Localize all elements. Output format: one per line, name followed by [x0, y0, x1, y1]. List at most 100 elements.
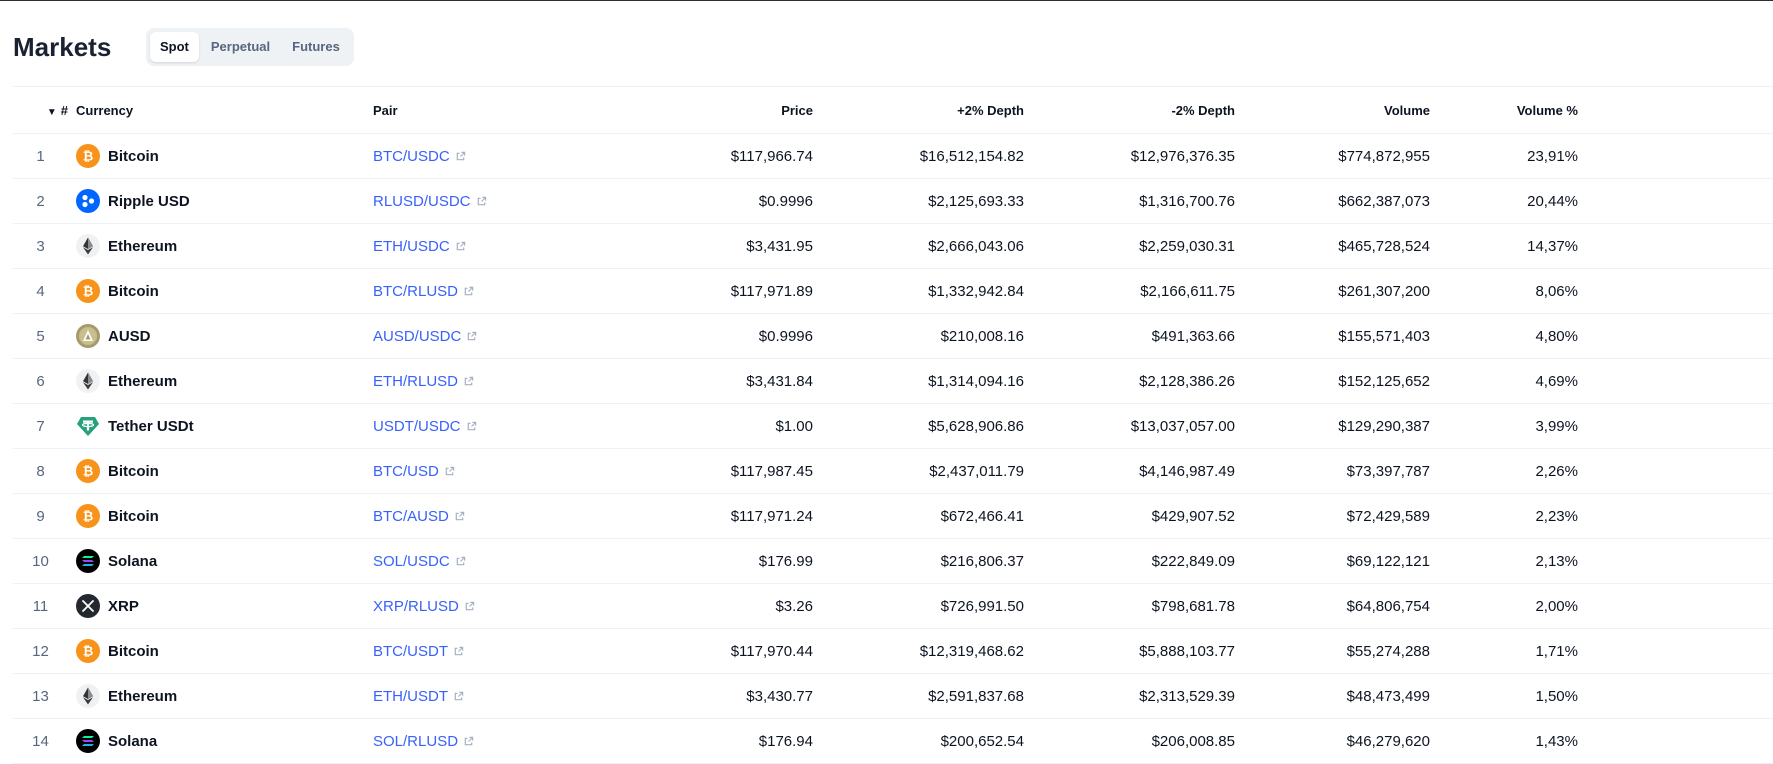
currency-cell[interactable]: ₿ Bitcoin: [68, 493, 373, 539]
pair-link[interactable]: SOL/RLUSD: [373, 733, 458, 750]
external-link-icon[interactable]: [455, 556, 466, 567]
volume-pct-cell: 3,99%: [1430, 403, 1578, 449]
tab-spot[interactable]: Spot: [150, 32, 199, 62]
external-link-icon[interactable]: [453, 691, 464, 702]
currency-cell[interactable]: Solana: [68, 538, 373, 584]
table-header-row: ▼ # Currency Pair Price +2% Depth -2% Dep…: [13, 86, 1773, 134]
external-link-icon[interactable]: [453, 646, 464, 657]
plus-depth-column-header[interactable]: +2% Depth: [813, 86, 1024, 134]
table-row[interactable]: 7 Tether USDt USDT/USDC $1.00 $5,628,906.86 $…: [13, 403, 1773, 449]
svg-text:₿: ₿: [83, 285, 94, 300]
currency-name[interactable]: Bitcoin: [108, 508, 159, 525]
rank-column-header[interactable]: ▼ #: [13, 86, 68, 134]
currency-name[interactable]: Bitcoin: [108, 283, 159, 300]
sort-descending-icon[interactable]: ▼: [47, 107, 57, 118]
pair-link[interactable]: BTC/USDC: [373, 148, 450, 165]
external-link-icon[interactable]: [455, 241, 466, 252]
pair-link[interactable]: AUSD/USDC: [373, 328, 461, 345]
pair-link[interactable]: ETH/USDC: [373, 238, 450, 255]
external-link-icon[interactable]: [455, 151, 466, 162]
external-link-icon[interactable]: [463, 376, 474, 387]
table-row[interactable]: 8 ₿ Bitcoin BTC/USD $117,987.45 $2,437,011.79…: [13, 448, 1773, 494]
volume-pct-cell: 1,43%: [1430, 718, 1578, 764]
currency-cell[interactable]: ₿ Bitcoin: [68, 133, 373, 179]
external-link-icon[interactable]: [454, 511, 465, 522]
pair-link[interactable]: RLUSD/USDC: [373, 193, 471, 210]
currency-name[interactable]: Tether USDt: [108, 418, 194, 435]
pair-link[interactable]: USDT/USDC: [373, 418, 461, 435]
pair-link[interactable]: XRP/RLUSD: [373, 598, 459, 615]
table-row[interactable]: 12 ₿ Bitcoin BTC/USDT $117,970.44 $12,319,468…: [13, 628, 1773, 674]
pair-column-header[interactable]: Pair: [373, 86, 573, 134]
currency-cell[interactable]: ₿ Bitcoin: [68, 448, 373, 494]
price-column-header[interactable]: Price: [573, 86, 813, 134]
table-row[interactable]: 10 Solana SOL/USDC $176.99 $216,806.37 $222,8…: [13, 538, 1773, 584]
currency-cell[interactable]: Ethereum: [68, 358, 373, 404]
table-row[interactable]: 13 Ethereum ETH/USDT $3,430.77 $2,591,837.68…: [13, 673, 1773, 719]
volume-pct-cell: 2,23%: [1430, 493, 1578, 539]
table-row[interactable]: 11 XRP XRP/RLUSD $3.26 $726,991.50 $798,681.7…: [13, 583, 1773, 629]
external-link-icon[interactable]: [464, 601, 475, 612]
currency-cell[interactable]: Ethereum: [68, 223, 373, 269]
rank-cell: 12: [13, 628, 68, 674]
pair-link[interactable]: SOL/USDC: [373, 553, 450, 570]
table-row[interactable]: 2 Ripple USD RLUSD/USDC $0.9996 $2,125,693.3…: [13, 178, 1773, 224]
volume-cell: $73,397,787: [1235, 448, 1430, 494]
currency-name[interactable]: XRP: [108, 598, 139, 615]
external-link-icon[interactable]: [463, 286, 474, 297]
markets-table: ▼ # Currency Pair Price +2% Depth -2% Dep…: [13, 86, 1773, 764]
currency-name[interactable]: AUSD: [108, 328, 151, 345]
pair-link[interactable]: BTC/USDT: [373, 643, 448, 660]
minus-depth-column-header[interactable]: -2% Depth: [1024, 86, 1235, 134]
external-link-icon[interactable]: [444, 466, 455, 477]
currency-cell[interactable]: Ripple USD: [68, 178, 373, 224]
currency-name[interactable]: Bitcoin: [108, 643, 159, 660]
currency-name[interactable]: Ethereum: [108, 688, 177, 705]
pair-link[interactable]: BTC/RLUSD: [373, 283, 458, 300]
spacer-cell: [1578, 448, 1773, 494]
external-link-icon[interactable]: [463, 736, 474, 747]
tab-perpetual[interactable]: Perpetual: [201, 32, 280, 62]
pair-link[interactable]: BTC/AUSD: [373, 508, 449, 525]
external-link-icon[interactable]: [476, 196, 487, 207]
currency-cell[interactable]: ₿ Bitcoin: [68, 628, 373, 674]
pair-cell: AUSD/USDC: [373, 313, 573, 359]
minus-depth-cell: $491,363.66: [1024, 313, 1235, 359]
currency-name[interactable]: Bitcoin: [108, 148, 159, 165]
currency-name[interactable]: Ripple USD: [108, 193, 190, 210]
currency-cell[interactable]: AUSD: [68, 313, 373, 359]
table-row[interactable]: 14 Solana SOL/RLUSD $176.94 $200,652.54 $206,…: [13, 718, 1773, 764]
table-row[interactable]: 9 ₿ Bitcoin BTC/AUSD $117,971.24 $672,466.41 $…: [13, 493, 1773, 539]
price-cell: $176.99: [573, 538, 813, 584]
table-row[interactable]: 3 Ethereum ETH/USDC $3,431.95 $2,666,043.06 $…: [13, 223, 1773, 269]
currency-name[interactable]: Solana: [108, 733, 157, 750]
currency-name[interactable]: Bitcoin: [108, 463, 159, 480]
currency-cell[interactable]: ₿ Bitcoin: [68, 268, 373, 314]
table-body: 1 ₿ Bitcoin BTC/USDC $117,966.74 $16,512,154.…: [13, 133, 1773, 764]
table-row[interactable]: 6 Ethereum ETH/RLUSD $3,431.84 $1,314,094.16…: [13, 358, 1773, 404]
pair-link[interactable]: ETH/RLUSD: [373, 373, 458, 390]
table-row[interactable]: 5 AUSD AUSD/USDC $0.9996 $210,008.16 $491,363…: [13, 313, 1773, 359]
currency-column-header[interactable]: Currency: [68, 86, 373, 134]
volume-cell: $774,872,955: [1235, 133, 1430, 179]
ausd-icon: [76, 324, 100, 348]
table-row[interactable]: 4 ₿ Bitcoin BTC/RLUSD $117,971.89 $1,332,942.…: [13, 268, 1773, 314]
rank-cell: 14: [13, 718, 68, 764]
currency-name[interactable]: Solana: [108, 553, 157, 570]
currency-cell[interactable]: Solana: [68, 718, 373, 764]
tab-futures[interactable]: Futures: [282, 32, 350, 62]
volume-pct-column-header[interactable]: Volume %: [1430, 86, 1578, 134]
pair-link[interactable]: BTC/USD: [373, 463, 439, 480]
solana-icon: [76, 729, 100, 753]
currency-cell[interactable]: Tether USDt: [68, 403, 373, 449]
spacer-cell: [1578, 628, 1773, 674]
currency-name[interactable]: Ethereum: [108, 373, 177, 390]
currency-name[interactable]: Ethereum: [108, 238, 177, 255]
volume-column-header[interactable]: Volume: [1235, 86, 1430, 134]
currency-cell[interactable]: Ethereum: [68, 673, 373, 719]
pair-link[interactable]: ETH/USDT: [373, 688, 448, 705]
currency-cell[interactable]: XRP: [68, 583, 373, 629]
external-link-icon[interactable]: [466, 331, 477, 342]
external-link-icon[interactable]: [466, 421, 477, 432]
table-row[interactable]: 1 ₿ Bitcoin BTC/USDC $117,966.74 $16,512,154.…: [13, 133, 1773, 179]
